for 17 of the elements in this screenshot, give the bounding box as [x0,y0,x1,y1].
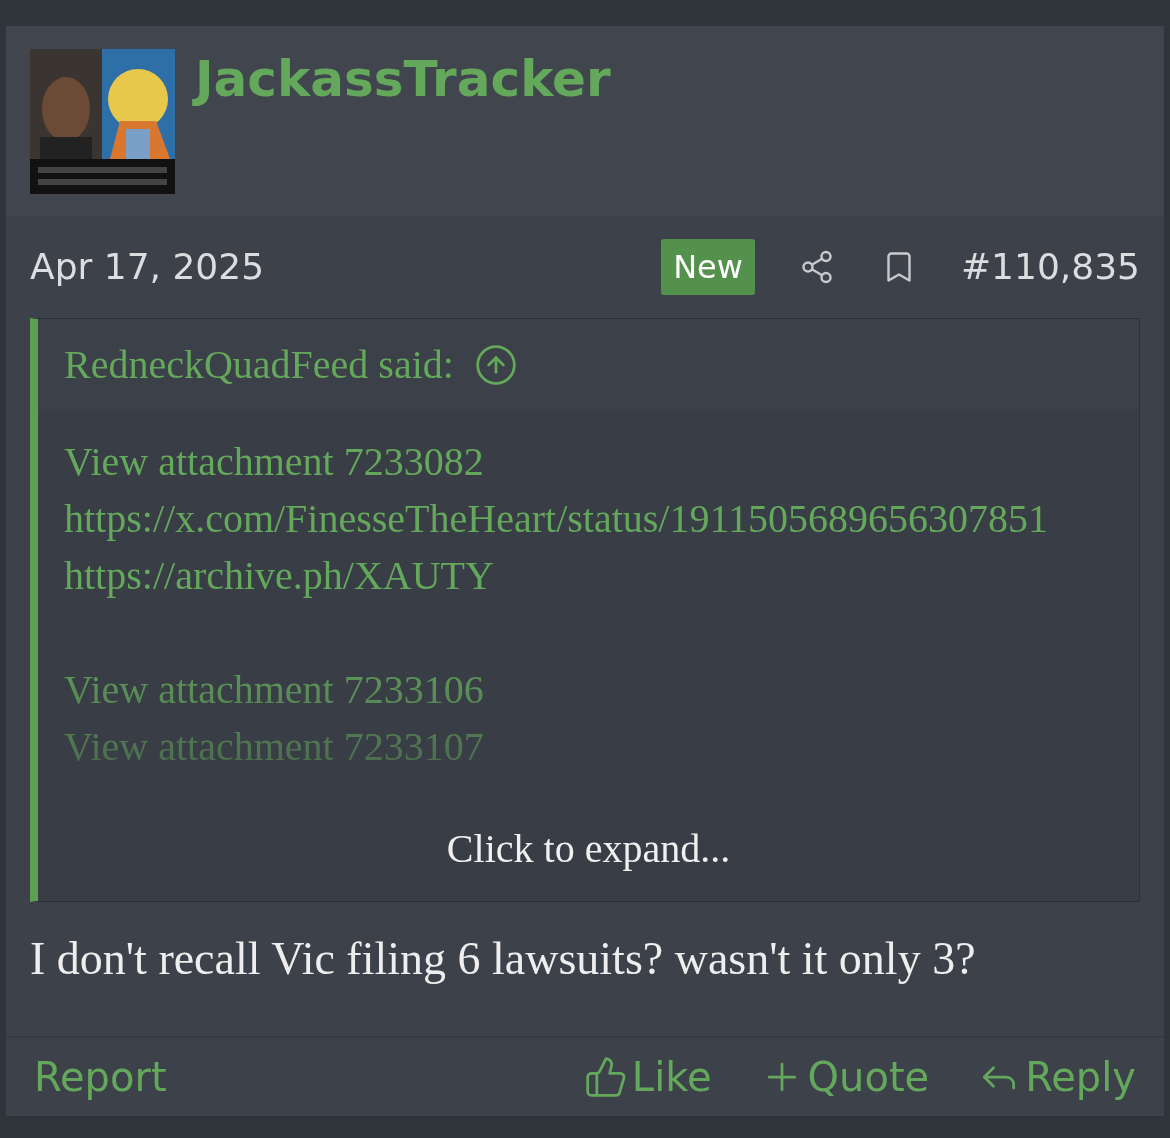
expand-link[interactable]: Click to expand... [446,819,731,879]
post-date[interactable]: Apr 17, 2025 [30,240,265,294]
post-text: I don't recall Vic filing 6 lawsuits? wasn't it only 3? [30,933,976,984]
quote-link[interactable]: https://archive.ph/XAUTY [64,547,1113,604]
report-link[interactable]: Report [34,1047,167,1107]
quote-link[interactable]: View attachment 7233106 [64,661,1113,718]
arrow-up-icon[interactable] [473,343,518,387]
quote-link[interactable]: https://x.com/FinesseTheHeart/status/1911505689656307851 [64,490,1113,547]
thumbs-up-icon [583,1055,628,1099]
new-badge: New [661,239,755,295]
quote-link[interactable]: View attachment 7233082 [64,433,1113,490]
reply-button[interactable]: Reply [977,1047,1136,1107]
post-number[interactable]: #110,835 [960,240,1140,294]
quote-button[interactable]: Quote [759,1047,930,1107]
quote-author[interactable]: RedneckQuadFeed said: [64,335,454,395]
like-button[interactable]: Like [583,1047,712,1107]
quote-link[interactable]: View attachment 7233107 [64,718,1113,775]
